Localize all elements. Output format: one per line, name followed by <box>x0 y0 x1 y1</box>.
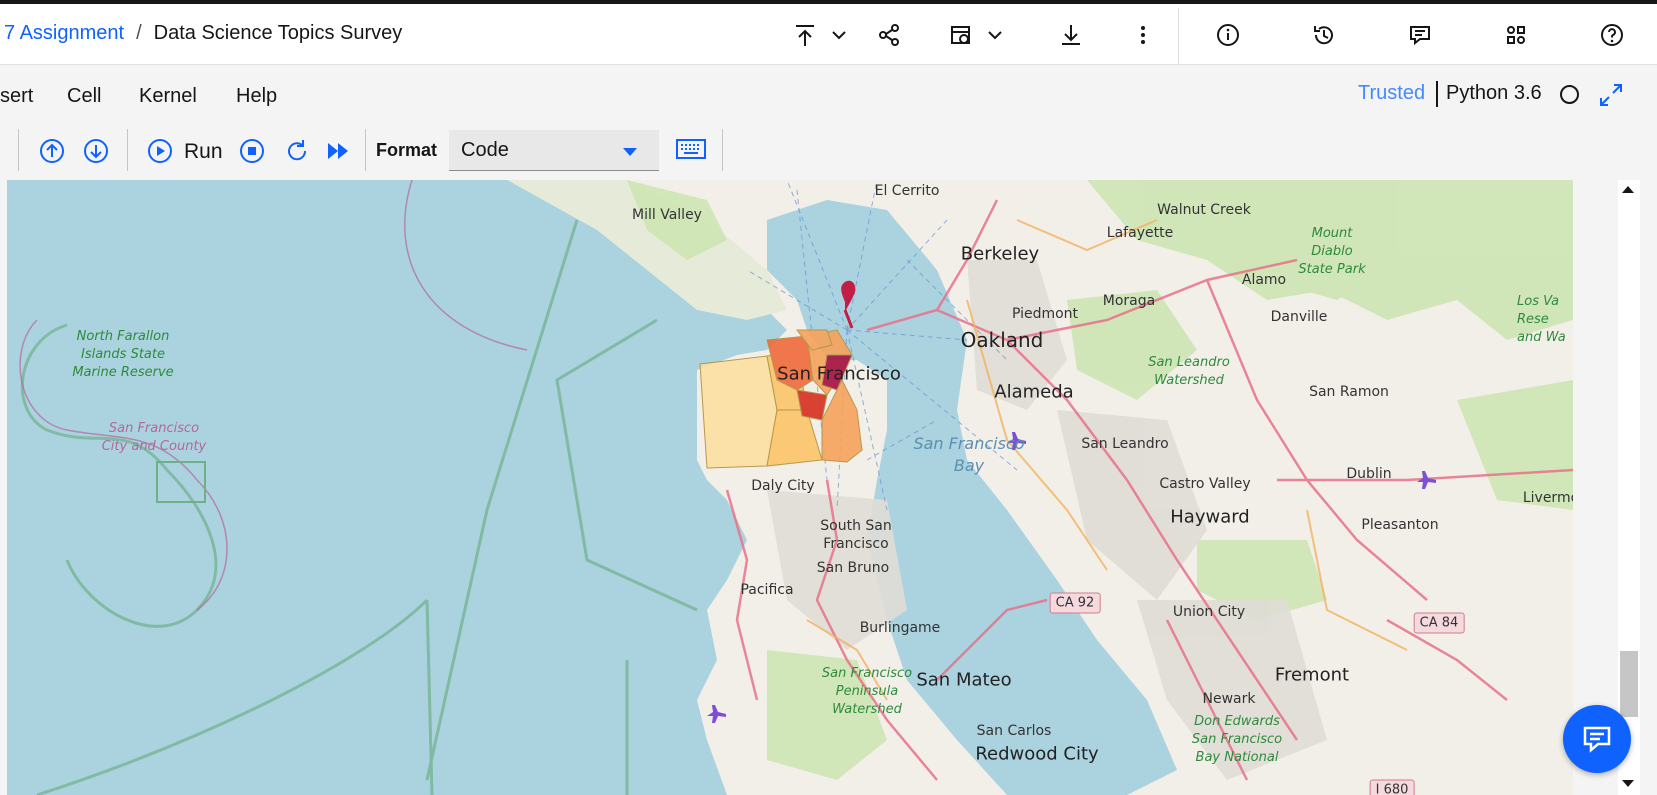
menu-insert[interactable]: sert <box>0 85 33 108</box>
map-label-daly-city: Daly City <box>751 478 815 494</box>
map-label-moraga: Moraga <box>1102 293 1156 309</box>
chat-icon <box>1583 726 1611 753</box>
trusted-indicator[interactable]: Trusted <box>1358 82 1425 105</box>
map-label-san-bruno: San Bruno <box>816 560 890 576</box>
breadcrumb-project-link[interactable]: 7 Assignment <box>4 22 124 44</box>
map-label-north-farallon: North Farallon Islands State Marine Rese… <box>72 329 174 380</box>
run-all-icon[interactable] <box>324 137 352 165</box>
breadcrumb: 7 Assignment / Data Science Topics Survey <box>4 22 402 45</box>
folium-map[interactable]: El Cerrito Walnut Creek Mill Valley Lafa… <box>7 180 1573 795</box>
map-label-san-carlos: San Carlos <box>976 723 1052 739</box>
menu-help[interactable]: Help <box>236 85 277 108</box>
map-label-union-city: Union City <box>1172 604 1246 620</box>
map-label-danville: Danville <box>1270 309 1328 325</box>
map-label-san-leandro-watershed: San Leandro Watershed <box>1148 355 1230 388</box>
overflow-menu-icon[interactable] <box>1130 22 1156 48</box>
shield-ca-84: CA 84 <box>1413 612 1465 634</box>
restart-kernel-icon[interactable] <box>283 137 311 165</box>
map-label-piedmont: Piedmont <box>1011 306 1079 322</box>
download-icon[interactable] <box>1058 22 1084 48</box>
map-label-castro-valley: Castro Valley <box>1159 476 1251 492</box>
map-label-livermore: Livermo <box>1522 490 1573 506</box>
breadcrumb-notebook-title: Data Science Topics Survey <box>153 22 403 44</box>
map-label-berkeley: Berkeley <box>960 243 1040 265</box>
kernel-name[interactable]: Python 3.6 <box>1446 82 1542 105</box>
header-divider <box>1178 8 1179 68</box>
chat-button[interactable] <box>1563 705 1631 773</box>
map-label-don-edwards: Don Edwards San Francisco Bay National <box>1191 714 1283 765</box>
share-icon[interactable] <box>876 22 902 48</box>
map-label-alamo: Alamo <box>1241 272 1287 288</box>
map-label-fremont: Fremont <box>1274 664 1350 686</box>
map-label-sf-peninsula-watershed: San Francisco Peninsula Watershed <box>821 666 913 717</box>
comments-icon[interactable] <box>1407 22 1433 48</box>
map-label-alameda: Alameda <box>994 381 1074 403</box>
stop-icon[interactable] <box>238 137 266 165</box>
map-label-sf-bay: San Francisco Bay <box>913 434 1025 475</box>
toolbar-divider <box>18 129 19 171</box>
move-up-icon[interactable] <box>38 137 66 165</box>
map-label-newark: Newark <box>1202 691 1256 707</box>
caret-down-icon <box>623 148 637 156</box>
map-label-los-va: Los Va Rese and Wa <box>1517 294 1566 345</box>
map-label-walnut-creek: Walnut Creek <box>1157 202 1251 218</box>
map-label-pleasanton: Pleasanton <box>1361 517 1439 533</box>
kernel-separator <box>1436 81 1438 107</box>
map-label-pacifica: Pacifica <box>740 582 794 598</box>
map-label-san-mateo: San Mateo <box>916 669 1012 691</box>
chevron-down-icon[interactable] <box>826 22 852 48</box>
map-label-el-cerrito: El Cerrito <box>874 183 940 199</box>
map-label-mount-diablo: Mount Diablo State Park <box>1298 226 1366 277</box>
menu-kernel[interactable]: Kernel <box>139 85 197 108</box>
map-label-redwood-city: Redwood City <box>975 743 1099 765</box>
find-replace-icon[interactable] <box>1503 22 1529 48</box>
map-label-dublin: Dublin <box>1346 466 1392 482</box>
menu-cell[interactable]: Cell <box>67 85 101 108</box>
map-label-san-ramon: San Ramon <box>1309 384 1389 400</box>
breadcrumb-separator: / <box>136 22 142 44</box>
map-label-hayward: Hayward <box>1170 506 1250 528</box>
run-icon[interactable] <box>146 137 174 165</box>
keyboard-shortcuts-icon[interactable] <box>676 136 706 162</box>
map-label-sf-city-county: San Francisco City and County <box>101 421 207 454</box>
format-label: Format <box>376 140 438 160</box>
map-label-burlingame: Burlingame <box>859 620 941 636</box>
scroll-down-arrow-icon[interactable] <box>1622 780 1634 787</box>
expand-icon[interactable] <box>1597 81 1625 109</box>
shield-i-680: I 680 <box>1369 779 1415 795</box>
map-label-san-leandro: San Leandro <box>1081 436 1169 452</box>
notebook-menubar: sert Cell Kernel Help Trusted Python 3.6 <box>0 65 1657 125</box>
map-label-oakland: Oakland <box>960 328 1044 352</box>
scrollbar-thumb[interactable] <box>1620 651 1638 717</box>
notebook-toolbar: Run Format Code <box>0 125 1657 177</box>
notebook-header: 7 Assignment / Data Science Topics Survey <box>0 4 1657 68</box>
kernel-status-icon <box>1560 85 1579 104</box>
schedule-icon[interactable] <box>948 22 974 48</box>
version-history-icon[interactable] <box>1311 22 1337 48</box>
cell-format-value: Code <box>461 139 509 161</box>
scroll-up-arrow-icon[interactable] <box>1622 186 1634 193</box>
info-icon[interactable] <box>1215 22 1241 48</box>
map-label-san-francisco: San Francisco <box>777 363 901 385</box>
map-label-south-sf: South San Francisco <box>820 518 892 552</box>
cell-format-select[interactable]: Code <box>449 130 659 171</box>
toolbar-divider <box>365 129 366 171</box>
chevron-down-icon[interactable] <box>982 22 1008 48</box>
toolbar-divider <box>722 129 723 171</box>
help-icon[interactable] <box>1599 22 1625 48</box>
map-label-mill-valley: Mill Valley <box>632 207 702 223</box>
toolbar-divider <box>127 129 128 171</box>
run-button[interactable]: Run <box>184 140 223 164</box>
move-down-icon[interactable] <box>82 137 110 165</box>
publish-icon[interactable] <box>792 22 818 48</box>
shield-ca-92: CA 92 <box>1049 592 1101 614</box>
map-label-lafayette: Lafayette <box>1106 225 1174 241</box>
